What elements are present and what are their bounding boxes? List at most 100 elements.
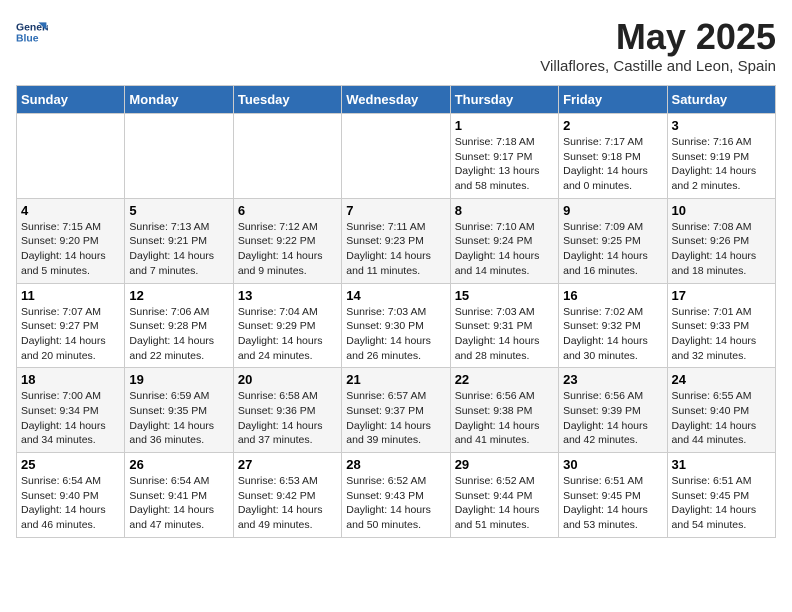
day-number: 12 — [129, 288, 228, 303]
day-number: 15 — [455, 288, 554, 303]
column-header-sunday: Sunday — [17, 86, 125, 114]
column-header-saturday: Saturday — [667, 86, 775, 114]
location: Villaflores, Castille and Leon, Spain — [540, 58, 776, 75]
calendar-header-row: SundayMondayTuesdayWednesdayThursdayFrid… — [17, 86, 776, 114]
day-number: 18 — [21, 372, 120, 387]
calendar-cell: 30 Sunrise: 6:51 AM Sunset: 9:45 PM Dayli… — [559, 453, 667, 538]
month-title: May 2025 — [540, 16, 776, 58]
day-number: 13 — [238, 288, 337, 303]
day-info: Sunrise: 7:17 AM Sunset: 9:18 PM Dayligh… — [563, 135, 662, 194]
day-number: 11 — [21, 288, 120, 303]
calendar-cell: 23Sunrise: 6:56 AM Sunset: 9:39 PM Dayli… — [559, 368, 667, 453]
logo: General Blue — [16, 16, 52, 48]
day-number: 2 — [563, 118, 662, 133]
calendar-cell: 24 Sunrise: 6:55 AM Sunset: 9:40 PM Dayli… — [667, 368, 775, 453]
column-header-wednesday: Wednesday — [342, 86, 450, 114]
calendar-week-row: 4 Sunrise: 7:15 AM Sunset: 9:20 PM Daylig… — [17, 198, 776, 283]
day-info: Sunrise: 7:06 AM Sunset: 9:28 PM Dayligh… — [129, 305, 228, 364]
calendar-week-row: 11 Sunrise: 7:07 AM Sunset: 9:27 PM Dayli… — [17, 283, 776, 368]
day-info: Sunrise: 7:03 AM Sunset: 9:30 PM Dayligh… — [346, 305, 445, 364]
day-info: Sunrise: 7:03 AM Sunset: 9:31 PM Dayligh… — [455, 305, 554, 364]
calendar-cell: 19Sunrise: 6:59 AM Sunset: 9:35 PM Dayli… — [125, 368, 233, 453]
calendar-cell: 22Sunrise: 6:56 AM Sunset: 9:38 PM Dayli… — [450, 368, 558, 453]
calendar-cell: 21Sunrise: 6:57 AM Sunset: 9:37 PM Dayli… — [342, 368, 450, 453]
title-area: May 2025 Villaflores, Castille and Leon,… — [540, 16, 776, 75]
day-number: 23 — [563, 372, 662, 387]
day-info: Sunrise: 7:10 AM Sunset: 9:24 PM Dayligh… — [455, 220, 554, 279]
calendar-week-row: 25 Sunrise: 6:54 AM Sunset: 9:40 PM Dayli… — [17, 453, 776, 538]
column-header-monday: Monday — [125, 86, 233, 114]
calendar-cell: 4 Sunrise: 7:15 AM Sunset: 9:20 PM Daylig… — [17, 198, 125, 283]
day-number: 27 — [238, 457, 337, 472]
day-info: Sunrise: 7:16 AM Sunset: 9:19 PM Dayligh… — [672, 135, 771, 194]
day-info: Sunrise: 6:54 AM Sunset: 9:40 PM Dayligh… — [21, 474, 120, 533]
column-header-tuesday: Tuesday — [233, 86, 341, 114]
day-number: 10 — [672, 203, 771, 218]
calendar-cell: 20Sunrise: 6:58 AM Sunset: 9:36 PM Dayli… — [233, 368, 341, 453]
day-number: 16 — [563, 288, 662, 303]
day-info: Sunrise: 7:07 AM Sunset: 9:27 PM Dayligh… — [21, 305, 120, 364]
day-info: Sunrise: 7:02 AM Sunset: 9:32 PM Dayligh… — [563, 305, 662, 364]
day-info: Sunrise: 7:04 AM Sunset: 9:29 PM Dayligh… — [238, 305, 337, 364]
day-number: 24 — [672, 372, 771, 387]
day-number: 1 — [455, 118, 554, 133]
day-info: Sunrise: 6:59 AM Sunset: 9:35 PM Dayligh… — [129, 389, 228, 448]
day-number: 17 — [672, 288, 771, 303]
day-info: Sunrise: 7:08 AM Sunset: 9:26 PM Dayligh… — [672, 220, 771, 279]
calendar-cell — [233, 114, 341, 199]
day-number: 28 — [346, 457, 445, 472]
day-info: Sunrise: 6:54 AM Sunset: 9:41 PM Dayligh… — [129, 474, 228, 533]
calendar-cell: 3 Sunrise: 7:16 AM Sunset: 9:19 PM Daylig… — [667, 114, 775, 199]
day-number: 5 — [129, 203, 228, 218]
day-info: Sunrise: 7:00 AM Sunset: 9:34 PM Dayligh… — [21, 389, 120, 448]
calendar-week-row: 18 Sunrise: 7:00 AM Sunset: 9:34 PM Dayli… — [17, 368, 776, 453]
day-number: 3 — [672, 118, 771, 133]
day-number: 25 — [21, 457, 120, 472]
day-number: 26 — [129, 457, 228, 472]
calendar-cell: 28Sunrise: 6:52 AM Sunset: 9:43 PM Dayli… — [342, 453, 450, 538]
day-info: Sunrise: 7:13 AM Sunset: 9:21 PM Dayligh… — [129, 220, 228, 279]
day-info: Sunrise: 7:01 AM Sunset: 9:33 PM Dayligh… — [672, 305, 771, 364]
day-number: 7 — [346, 203, 445, 218]
calendar-cell: 29 Sunrise: 6:52 AM Sunset: 9:44 PM Dayli… — [450, 453, 558, 538]
day-number: 6 — [238, 203, 337, 218]
day-info: Sunrise: 6:52 AM Sunset: 9:44 PM Dayligh… — [455, 474, 554, 533]
page-header: General Blue May 2025 Villaflores, Casti… — [16, 16, 776, 75]
calendar-cell: 8 Sunrise: 7:10 AM Sunset: 9:24 PM Daylig… — [450, 198, 558, 283]
day-info: Sunrise: 6:55 AM Sunset: 9:40 PM Dayligh… — [672, 389, 771, 448]
column-header-friday: Friday — [559, 86, 667, 114]
calendar-cell — [125, 114, 233, 199]
day-number: 29 — [455, 457, 554, 472]
calendar-cell: 5 Sunrise: 7:13 AM Sunset: 9:21 PM Daylig… — [125, 198, 233, 283]
calendar-cell: 14Sunrise: 7:03 AM Sunset: 9:30 PM Dayli… — [342, 283, 450, 368]
column-header-thursday: Thursday — [450, 86, 558, 114]
calendar-cell — [342, 114, 450, 199]
calendar-cell: 2 Sunrise: 7:17 AM Sunset: 9:18 PM Daylig… — [559, 114, 667, 199]
calendar-cell: 12 Sunrise: 7:06 AM Sunset: 9:28 PM Dayli… — [125, 283, 233, 368]
day-number: 8 — [455, 203, 554, 218]
calendar-cell: 7 Sunrise: 7:11 AM Sunset: 9:23 PM Daylig… — [342, 198, 450, 283]
svg-text:Blue: Blue — [16, 34, 39, 45]
calendar-cell: 9 Sunrise: 7:09 AM Sunset: 9:25 PM Daylig… — [559, 198, 667, 283]
calendar-cell: 16 Sunrise: 7:02 AM Sunset: 9:32 PM Dayli… — [559, 283, 667, 368]
day-info: Sunrise: 7:11 AM Sunset: 9:23 PM Dayligh… — [346, 220, 445, 279]
calendar-cell: 15 Sunrise: 7:03 AM Sunset: 9:31 PM Dayli… — [450, 283, 558, 368]
day-info: Sunrise: 6:51 AM Sunset: 9:45 PM Dayligh… — [563, 474, 662, 533]
day-number: 9 — [563, 203, 662, 218]
day-info: Sunrise: 6:53 AM Sunset: 9:42 PM Dayligh… — [238, 474, 337, 533]
calendar-table: SundayMondayTuesdayWednesdayThursdayFrid… — [16, 85, 776, 538]
calendar-cell: 1 Sunrise: 7:18 AM Sunset: 9:17 PM Daylig… — [450, 114, 558, 199]
day-info: Sunrise: 6:57 AM Sunset: 9:37 PM Dayligh… — [346, 389, 445, 448]
calendar-cell: 13 Sunrise: 7:04 AM Sunset: 9:29 PM Dayli… — [233, 283, 341, 368]
day-number: 30 — [563, 457, 662, 472]
day-info: Sunrise: 7:15 AM Sunset: 9:20 PM Dayligh… — [21, 220, 120, 279]
day-number: 4 — [21, 203, 120, 218]
calendar-cell: 31Sunrise: 6:51 AM Sunset: 9:45 PM Dayli… — [667, 453, 775, 538]
calendar-cell: 10 Sunrise: 7:08 AM Sunset: 9:26 PM Dayli… — [667, 198, 775, 283]
day-info: Sunrise: 7:18 AM Sunset: 9:17 PM Dayligh… — [455, 135, 554, 194]
calendar-cell: 11 Sunrise: 7:07 AM Sunset: 9:27 PM Dayli… — [17, 283, 125, 368]
day-info: Sunrise: 6:56 AM Sunset: 9:38 PM Dayligh… — [455, 389, 554, 448]
calendar-cell: 6Sunrise: 7:12 AM Sunset: 9:22 PM Daylig… — [233, 198, 341, 283]
day-info: Sunrise: 7:09 AM Sunset: 9:25 PM Dayligh… — [563, 220, 662, 279]
calendar-cell — [17, 114, 125, 199]
